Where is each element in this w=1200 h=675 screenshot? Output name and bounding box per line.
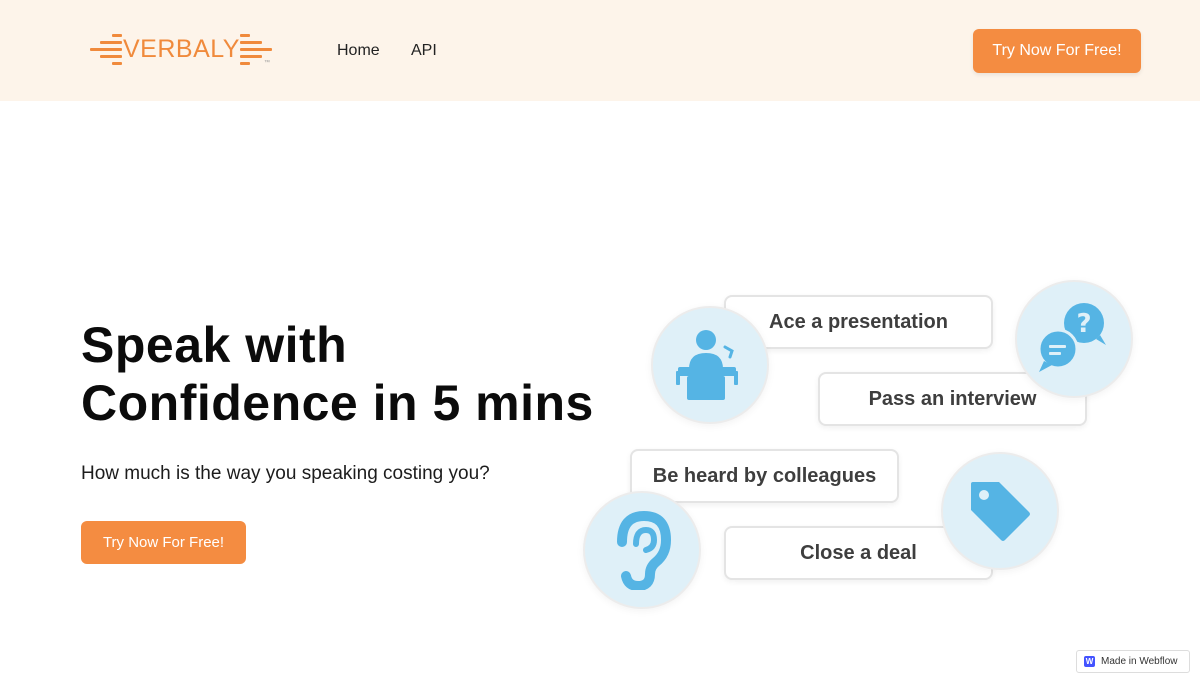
webflow-logo-icon: W (1084, 656, 1095, 667)
logo-wordmark: VERBALY (123, 35, 240, 63)
logo-trademark: ™ (264, 60, 270, 66)
made-in-webflow-badge[interactable]: W Made in Webflow (1076, 650, 1190, 673)
price-tag-circle (941, 452, 1059, 570)
try-now-hero-button[interactable]: Try Now For Free! (81, 521, 246, 564)
hero-title-line-2: Confidence in 5 mins (81, 375, 594, 431)
try-now-nav-button[interactable]: Try Now For Free! (973, 29, 1141, 73)
ear-circle (583, 491, 701, 609)
use-case-pill-colleagues: Be heard by colleagues (630, 449, 899, 503)
nav-link-api[interactable]: API (411, 42, 437, 60)
top-navbar: VERBALY ™ Home API Try Now For Free! (0, 0, 1200, 101)
hero-title-line-1: Speak with (81, 317, 348, 373)
price-tag-icon (971, 482, 1030, 541)
presenter-icon (676, 330, 738, 400)
logo-bars-left-icon (90, 34, 122, 65)
svg-text:?: ? (1076, 309, 1091, 339)
presenter-circle (651, 306, 769, 424)
webflow-badge-label: Made in Webflow (1101, 656, 1178, 667)
hero-subtitle: How much is the way you speaking costing… (81, 463, 490, 484)
hero-title: Speak with Confidence in 5 mins (81, 316, 594, 432)
verbaly-logo[interactable]: VERBALY ™ (90, 30, 275, 70)
use-case-pill-presentation: Ace a presentation (724, 295, 993, 349)
nav-link-home[interactable]: Home (337, 42, 380, 60)
ear-icon (617, 510, 672, 590)
chat-question-icon: ? (1037, 303, 1106, 372)
chat-question-circle: ? (1015, 280, 1133, 398)
